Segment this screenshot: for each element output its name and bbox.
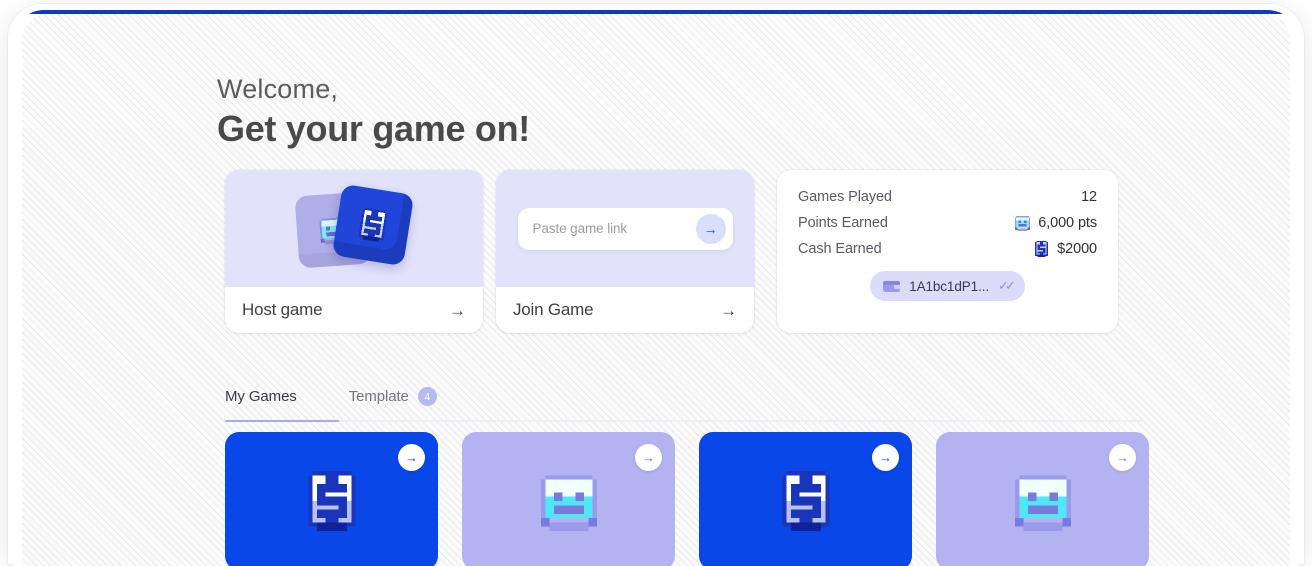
arrow-right-icon: → xyxy=(703,220,718,237)
stat-value-text: 6,000 pts xyxy=(1038,215,1097,231)
stat-label: Games Played xyxy=(798,189,892,205)
paste-game-link-field[interactable]: Paste game link → xyxy=(517,207,733,250)
game-card-1[interactable]: → xyxy=(225,432,438,566)
page-heading: Welcome, Get your game on! xyxy=(217,74,530,150)
host-game-label: Host game xyxy=(242,300,323,319)
game-tile-front xyxy=(331,183,415,266)
pixel-coin-icon xyxy=(304,471,360,531)
join-game-media: Paste game link → xyxy=(496,170,754,287)
wallet-address-text: 1A1bc1dP1... xyxy=(909,278,990,294)
games-grid: → → → → xyxy=(225,432,1149,566)
arrow-right-icon: → xyxy=(879,450,892,465)
game-card-3[interactable]: → xyxy=(699,432,912,566)
stat-value: 6,000 pts xyxy=(1015,215,1097,231)
wallet-address-chip[interactable]: 1A1bc1dP1... ✓✓ xyxy=(870,271,1025,301)
tabs-strip: My Games Template 4 xyxy=(225,382,1143,411)
pixel-coin-icon xyxy=(778,471,834,531)
host-game-card[interactable]: Host game → xyxy=(225,170,483,333)
stat-value-text: 12 xyxy=(1081,189,1097,205)
join-submit-button[interactable]: → xyxy=(695,213,726,244)
arrow-right-icon: → xyxy=(405,450,418,465)
stat-row-points-earned: Points Earned 6,000 pts xyxy=(798,215,1097,231)
stat-row-games-played: Games Played 12 xyxy=(798,189,1097,205)
game-card-4[interactable]: → xyxy=(936,432,1149,566)
dashboard-page: Welcome, Get your game on! Host game → P… xyxy=(22,14,1290,566)
pixel-coin-icon xyxy=(356,206,391,242)
tab-my-games[interactable]: My Games xyxy=(225,388,297,405)
greeting-text: Welcome, xyxy=(217,74,339,104)
stat-value-text: $2000 xyxy=(1057,241,1097,257)
window-outer: Welcome, Get your game on! Host game → P… xyxy=(14,10,1298,566)
window-viewport: Welcome, Get your game on! Host game → P… xyxy=(22,14,1290,566)
game-open-button[interactable]: → xyxy=(398,444,425,471)
page-title: Get your game on! xyxy=(217,108,530,150)
pixel-smiley-icon xyxy=(540,471,597,531)
paste-game-link-placeholder: Paste game link xyxy=(532,221,628,236)
tab-label: My Games xyxy=(225,388,297,405)
arrow-right-icon[interactable]: → xyxy=(720,302,737,319)
pixel-smiley-icon xyxy=(1015,215,1031,231)
pixel-smiley-icon xyxy=(1014,471,1071,531)
double-check-icon: ✓✓ xyxy=(998,278,1016,293)
arrow-right-icon[interactable]: → xyxy=(449,302,466,319)
join-game-label: Join Game xyxy=(513,300,594,319)
stacked-game-tiles xyxy=(289,183,419,272)
stat-value: 12 xyxy=(1081,189,1097,205)
stats-list: Games Played 12 Points Earned 6,000 pts … xyxy=(777,170,1118,257)
join-game-card[interactable]: Paste game link → Join Game → xyxy=(496,170,754,333)
browser-window-frame: Welcome, Get your game on! Host game → P… xyxy=(0,0,1312,566)
arrow-right-icon: → xyxy=(1116,450,1129,465)
wallet-icon xyxy=(883,280,901,293)
tab-label: Template xyxy=(348,388,409,405)
join-game-footer: Join Game → xyxy=(496,287,754,333)
arrow-right-icon: → xyxy=(642,450,655,465)
stat-label: Cash Earned xyxy=(798,241,882,257)
host-game-media xyxy=(225,170,483,287)
active-tab-indicator xyxy=(225,420,339,422)
pixel-coin-icon xyxy=(1034,241,1049,257)
stat-row-cash-earned: Cash Earned $2000 xyxy=(798,241,1097,257)
game-card-2[interactable]: → xyxy=(462,432,675,566)
game-open-button[interactable]: → xyxy=(1109,444,1136,471)
game-open-button[interactable]: → xyxy=(872,444,899,471)
games-tabs: My Games Template 4 xyxy=(225,382,1143,422)
stat-label: Points Earned xyxy=(798,215,888,231)
host-game-footer: Host game → xyxy=(225,287,483,333)
tabs-divider xyxy=(225,420,1143,422)
wallet-chip-wrapper: 1A1bc1dP1... ✓✓ xyxy=(777,271,1118,301)
tab-template[interactable]: Template 4 xyxy=(349,387,437,406)
stats-card: Games Played 12 Points Earned 6,000 pts … xyxy=(777,170,1118,333)
tab-badge-count: 4 xyxy=(417,387,437,406)
stat-value: $2000 xyxy=(1034,241,1097,257)
game-open-button[interactable]: → xyxy=(635,444,662,471)
